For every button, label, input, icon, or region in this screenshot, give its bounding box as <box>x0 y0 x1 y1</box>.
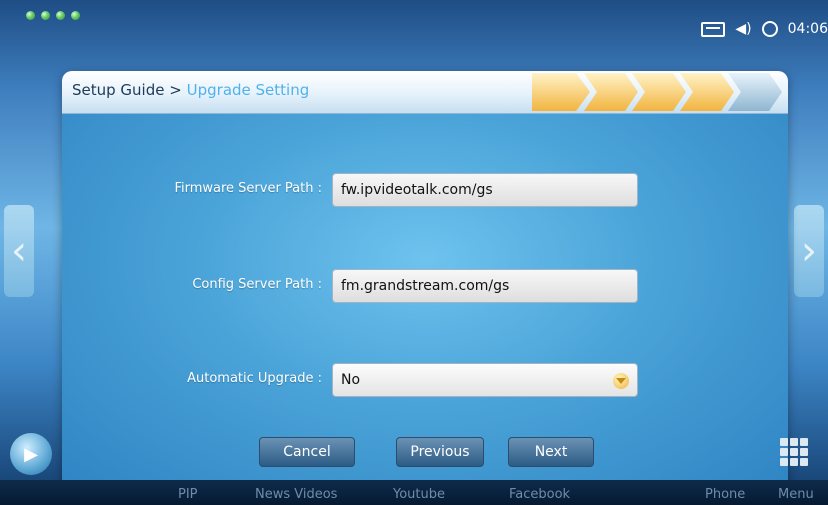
chevron-left-icon[interactable]: ‹ <box>4 205 34 297</box>
status-dot-icon <box>41 11 50 20</box>
sync-icon <box>761 21 778 37</box>
dock-item-menu[interactable]: Menu <box>778 487 814 502</box>
config-label: Config Server Path : <box>192 277 322 292</box>
home-icon[interactable]: ▶ <box>10 433 52 475</box>
previous-button[interactable]: Previous <box>396 437 484 467</box>
status-right: ◀) 04:06 <box>701 18 828 40</box>
firmware-row: Firmware Server Path : fw.ipvideotalk.co… <box>62 173 788 209</box>
breadcrumb-separator: > <box>169 81 182 99</box>
config-row: Config Server Path : fm.grandstream.com/… <box>62 269 788 305</box>
grid-cell <box>780 448 788 456</box>
breadcrumb: Setup Guide > Upgrade Setting <box>72 81 309 99</box>
dock-item-pip[interactable]: PIP <box>178 487 198 502</box>
automatic-upgrade-select[interactable]: No <box>332 363 638 397</box>
grid-cell <box>800 458 808 466</box>
step-chevron <box>532 73 590 111</box>
step-chevron <box>632 73 686 111</box>
dock-item-facebook[interactable]: Facebook <box>509 487 570 502</box>
grid-cell <box>780 438 788 446</box>
breadcrumb-root: Setup Guide <box>72 81 165 99</box>
dock-item-youtube[interactable]: Youtube <box>393 487 445 502</box>
cancel-button[interactable]: Cancel <box>259 437 355 467</box>
step-chevron <box>680 73 734 111</box>
keyboard-icon <box>701 21 726 37</box>
grid-menu-icon[interactable] <box>780 438 808 466</box>
bottom-dock: PIP News Videos Youtube Facebook Phone M… <box>0 480 828 505</box>
auto-upgrade-row: Automatic Upgrade : No <box>62 363 788 399</box>
automatic-upgrade-value: No <box>341 372 361 388</box>
next-button[interactable]: Next <box>508 437 594 467</box>
step-chevron <box>584 73 638 111</box>
setup-guide-dialog: Setup Guide > Upgrade Setting Firmware S… <box>62 71 788 491</box>
grid-cell <box>780 458 788 466</box>
grid-cell <box>790 448 798 456</box>
status-dot-icon <box>71 11 80 20</box>
volume-icon: ◀) <box>735 21 752 37</box>
dialog-header: Setup Guide > Upgrade Setting <box>62 71 788 114</box>
status-clock: 04:06 <box>787 21 828 37</box>
auto-upgrade-label: Automatic Upgrade : <box>187 371 322 386</box>
dropdown-arrow-icon[interactable] <box>613 373 629 389</box>
chevron-right-icon[interactable]: › <box>794 205 824 297</box>
grid-cell <box>800 448 808 456</box>
status-dots <box>26 11 80 20</box>
dock-item-news-videos[interactable]: News Videos <box>255 487 337 502</box>
status-dot-icon <box>56 11 65 20</box>
page-title: Upgrade Setting <box>186 81 310 99</box>
grid-cell <box>790 458 798 466</box>
status-bar: ◀) 04:06 <box>0 0 828 37</box>
dialog-buttons: Cancel Previous Next <box>62 437 788 467</box>
step-chevron-current <box>728 73 782 111</box>
step-progress <box>532 73 782 111</box>
firmware-label: Firmware Server Path : <box>174 181 322 196</box>
config-server-path-input[interactable]: fm.grandstream.com/gs <box>332 269 638 303</box>
status-dot-icon <box>26 11 35 20</box>
firmware-server-path-input[interactable]: fw.ipvideotalk.com/gs <box>332 173 638 207</box>
dock-item-phone[interactable]: Phone <box>705 487 745 502</box>
grid-cell <box>790 438 798 446</box>
grid-cell <box>800 438 808 446</box>
